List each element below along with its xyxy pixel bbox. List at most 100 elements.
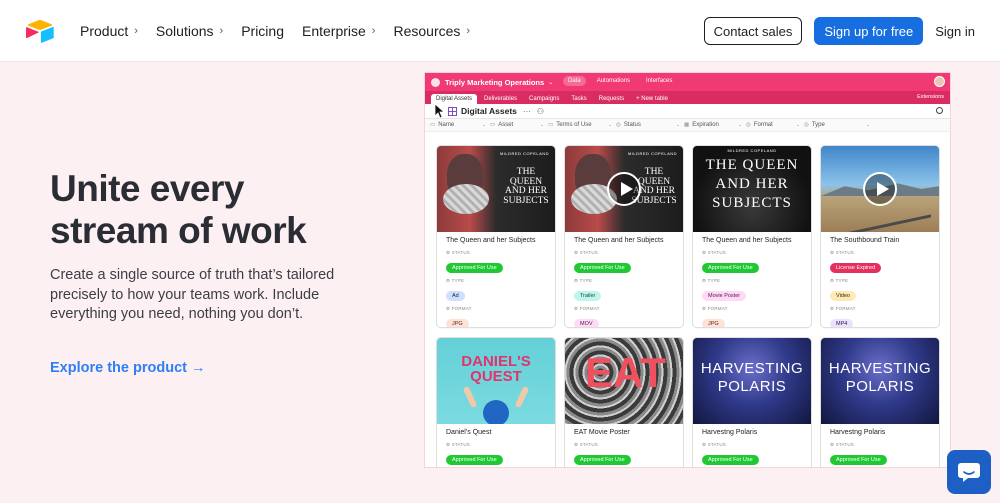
thumb-title: HARVESTING POLARIS (828, 360, 932, 395)
card-thumbnail: MILDRED COPELAND THE QUEEN AND HER SUBJE… (565, 146, 683, 232)
format-badge: MOV (574, 319, 599, 327)
gallery-view-icon (448, 106, 457, 116)
table-tab-tasks[interactable]: Tasks (566, 94, 591, 104)
format-badge: MP4 (830, 319, 854, 327)
chevron-right-icon: › (219, 25, 224, 37)
nav-solutions[interactable]: Solutions › (156, 23, 223, 39)
card-title: Daniel’s Quest (446, 429, 492, 436)
card-thumbnail: MILDRED COPELAND THE QUEEN AND HER SUBJE… (437, 146, 555, 232)
status-label: ⚙ STATUS (446, 442, 470, 447)
avatar[interactable] (934, 76, 945, 87)
table-tab-requests[interactable]: Requests (594, 94, 629, 104)
type-badge: Movie Poster (702, 291, 747, 301)
thumb-title: EAT (585, 349, 666, 396)
hero-subtitle: Create a single source of truth that’s t… (50, 267, 335, 322)
chevron-right-icon: › (466, 25, 471, 37)
base-header: Triply Marketing Operations ⌄ Data Autom… (425, 73, 950, 91)
extensions-button[interactable]: Extensions (917, 94, 944, 100)
chat-button[interactable] (947, 450, 991, 494)
format-label: ⚙ FORMAT (446, 306, 472, 311)
base-icon (431, 77, 440, 87)
status-label: ⚙ STATUS (574, 250, 598, 255)
table-tab-deliverables[interactable]: Deliverables (479, 94, 522, 104)
status-badge: Approved For Use (446, 263, 503, 273)
top-navigation: Product › Solutions › Pricing Enterprise › … (0, 0, 1000, 62)
table-tab-campaigns[interactable]: Campaigns (524, 94, 564, 104)
type-badge: Ad (446, 291, 465, 301)
status-label: ⚙ STATUS (446, 250, 470, 255)
chevron-right-icon: › (371, 25, 376, 37)
type-label: ⚙ TYPE (446, 278, 465, 283)
view-bar: Digital Assets ··· ⚇ (425, 104, 950, 119)
status-badge: Approved For Use (574, 455, 631, 465)
type-label: ⚙ TYPE (830, 278, 849, 283)
thumb-author: MILDRED COPELAND (727, 148, 777, 153)
view-name[interactable]: Digital Assets (461, 106, 517, 116)
nav-pricing[interactable]: Pricing (241, 23, 284, 39)
tab-automations[interactable]: Automations (592, 76, 635, 86)
signup-button[interactable]: Sign up for free (814, 17, 924, 45)
chevron-down-icon: ⌄ (548, 79, 554, 86)
status-badge: Approved For Use (446, 455, 503, 465)
signin-link[interactable]: Sign in (935, 24, 975, 39)
tab-data[interactable]: Data (563, 76, 586, 86)
play-icon[interactable] (607, 172, 641, 206)
gallery-card[interactable]: MILDRED COPELAND THE QUEEN AND HER SUBJE… (693, 146, 811, 327)
gallery-card[interactable]: MILDRED COPELAND THE QUEEN AND HER SUBJE… (565, 146, 683, 327)
type-label: ⚙ TYPE (574, 278, 593, 283)
airtable-logo-icon[interactable] (26, 19, 54, 43)
status-badge: Approved For Use (702, 263, 759, 273)
field-asset[interactable]: ▭ Asset ⌄ (490, 122, 548, 128)
format-label: ⚙ FORMAT (574, 306, 600, 311)
nav-resources[interactable]: Resources › (393, 23, 470, 39)
gallery-card[interactable]: HARVESTING POLARIS Harvestng Polaris ⚙ S… (693, 338, 811, 467)
gallery-card[interactable]: DANIEL'S QUEST Daniel’s Quest ⚙ STATUS A… (437, 338, 555, 467)
gallery-grid: MILDRED COPELAND THE QUEEN AND HER SUBJE… (437, 146, 942, 467)
type-badge: Video (830, 291, 856, 301)
card-title: The Queen and her Subjects (446, 237, 536, 244)
format-badge: JPG (446, 319, 469, 327)
mouse-cursor-icon (434, 103, 444, 119)
field-expiration[interactable]: ▦ Expiration ⌄ (684, 122, 746, 128)
field-terms[interactable]: ▭ Terms of Use ⌄ (548, 122, 616, 128)
chevron-right-icon: › (134, 25, 138, 37)
card-title: Harvestng Polaris (702, 429, 758, 436)
gallery-card[interactable]: MILDRED COPELAND THE QUEEN AND HER SUBJE… (437, 146, 555, 327)
field-type[interactable]: ◎ Type ⌄ (804, 122, 874, 128)
chat-bubble-icon (958, 463, 980, 482)
status-label: ⚙ STATUS (574, 442, 598, 447)
search-icon[interactable] (936, 107, 943, 114)
explore-product-link[interactable]: Explore the product → (50, 360, 206, 376)
more-icon[interactable]: ··· (523, 107, 531, 116)
gallery-card[interactable]: HARVESTING POLARIS Harvestng Polaris ⚙ S… (821, 338, 939, 467)
thumb-title: HARVESTING POLARIS (700, 360, 804, 395)
card-thumbnail: DANIEL'S QUEST (437, 338, 555, 424)
format-label: ⚙ FORMAT (702, 306, 728, 311)
status-label: ⚙ STATUS (702, 442, 726, 447)
nav-enterprise[interactable]: Enterprise › (302, 23, 375, 39)
base-tabs: Data Automations Interfaces (563, 76, 677, 86)
card-thumbnail (821, 146, 939, 232)
account-actions: Contact sales Sign up for free Sign in (703, 17, 975, 45)
gallery-card[interactable]: The Southbound Train ⚙ STATUS License Ex… (821, 146, 939, 327)
type-badge: Trailer (574, 291, 602, 301)
card-title: The Southbound Train (830, 237, 900, 244)
play-icon[interactable] (863, 172, 897, 206)
card-title: The Queen and her Subjects (574, 237, 664, 244)
field-status[interactable]: ◎ Status ⌄ (616, 122, 684, 128)
card-title: The Queen and her Subjects (702, 237, 792, 244)
status-label: ⚙ STATUS (702, 250, 726, 255)
base-name[interactable]: Triply Marketing Operations (445, 78, 544, 87)
field-format[interactable]: ◎ Format ⌄ (746, 122, 804, 128)
thumb-title: THE QUEEN AND HER SUBJECTS (705, 157, 799, 211)
contact-sales-button[interactable]: Contact sales (703, 17, 803, 45)
share-icon[interactable]: ⚇ (537, 107, 544, 116)
status-label: ⚙ STATUS (830, 250, 854, 255)
field-name[interactable]: ▭ Name ⌄ (430, 122, 490, 128)
nav-product[interactable]: Product › (80, 23, 138, 39)
table-tabs: Digital Assets Deliverables Campaigns Ta… (425, 91, 950, 104)
new-table-button[interactable]: + New table (631, 94, 673, 104)
tab-interfaces[interactable]: Interfaces (641, 76, 677, 86)
gallery-card[interactable]: EAT EAT Movie Poster ⚙ STATUS Approved F… (565, 338, 683, 467)
thumb-author: MILDRED COPELAND (627, 151, 678, 156)
